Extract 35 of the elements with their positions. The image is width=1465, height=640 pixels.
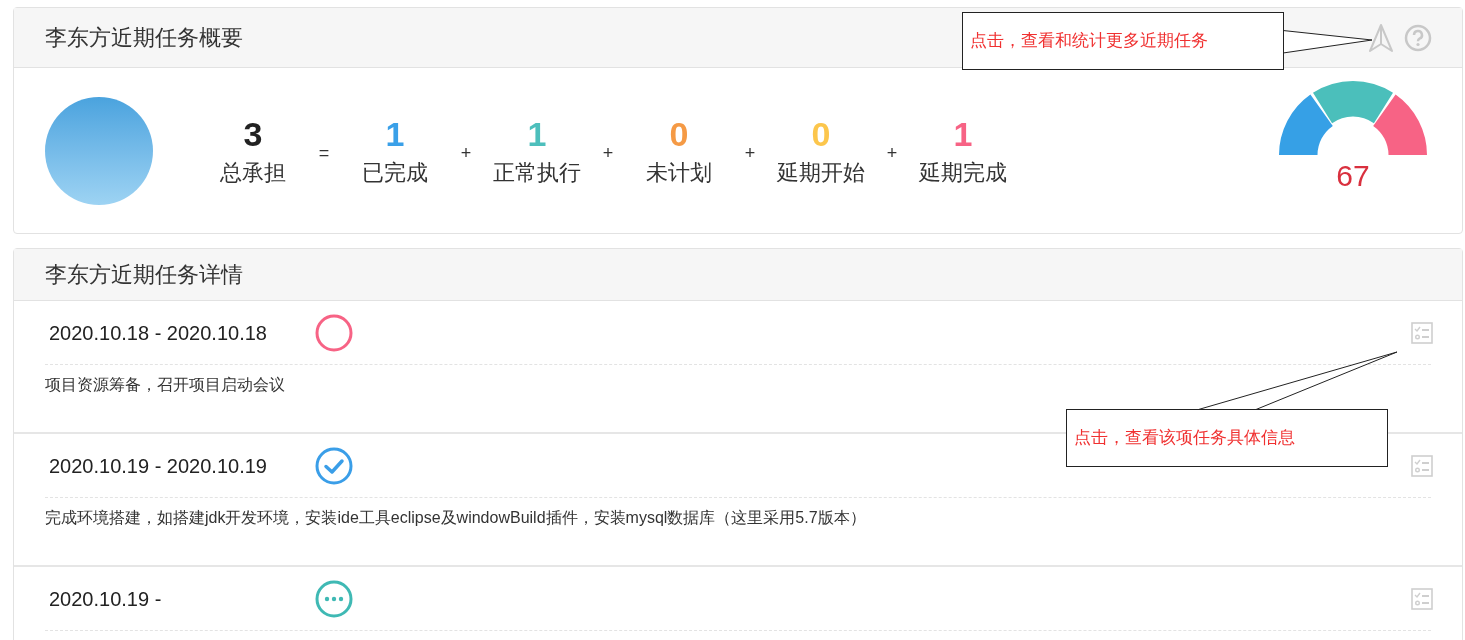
date-range: 2020.10.19 - — [48, 586, 163, 612]
checklist-icon[interactable] — [1411, 321, 1433, 344]
stat-label: 延期开始 — [777, 158, 865, 187]
empty-circle-icon — [315, 313, 353, 352]
stat-count: 0 — [669, 114, 689, 156]
stat-label: 已完成 — [362, 158, 428, 187]
stat-label: 总承担 — [220, 158, 286, 187]
operator-sign: + — [744, 141, 756, 165]
stat-count: 1 — [527, 114, 547, 156]
stat-count: 1 — [953, 114, 973, 156]
gauge-value: 67 — [1336, 161, 1370, 191]
operator-sign: = — [318, 141, 330, 165]
stat-count: 0 — [811, 114, 831, 156]
navigation-arrow-icon[interactable] — [1368, 22, 1394, 53]
checklist-icon[interactable] — [1411, 587, 1433, 610]
operator-sign: + — [602, 141, 614, 165]
card-title: 李东方近期任务概要 — [45, 24, 243, 52]
annotation-callout: 点击，查看该项任务具体信息 — [1066, 409, 1388, 467]
stat-count: 1 — [385, 114, 405, 156]
card-title: 李东方近期任务详情 — [45, 261, 243, 289]
help-icon[interactable] — [1404, 23, 1432, 52]
annotation-callout: 点击，查看和统计更多近期任务 — [962, 12, 1284, 70]
operator-sign: + — [886, 141, 898, 165]
stat-label: 未计划 — [646, 158, 712, 187]
stat-label: 正常执行 — [493, 158, 581, 187]
checklist-icon[interactable] — [1411, 454, 1433, 477]
date-range: 2020.10.18 - 2020.10.18 — [48, 320, 268, 346]
task-description: 项目资源筹备，召开项目启动会议 — [45, 375, 286, 395]
ellipsis-circle-icon — [315, 579, 353, 618]
check-circle-icon — [315, 446, 353, 485]
stat-label: 延期完成 — [919, 158, 1007, 187]
date-range: 2020.10.19 - 2020.10.19 — [48, 453, 268, 479]
task-description: 完成环境搭建，如搭建jdk开发环境，安装ide工具eclipse及windowBuild插件，安装mysql数据库（这里采用5.7版本） — [45, 508, 867, 528]
stat-count: 3 — [243, 114, 263, 156]
operator-sign: + — [460, 141, 472, 165]
